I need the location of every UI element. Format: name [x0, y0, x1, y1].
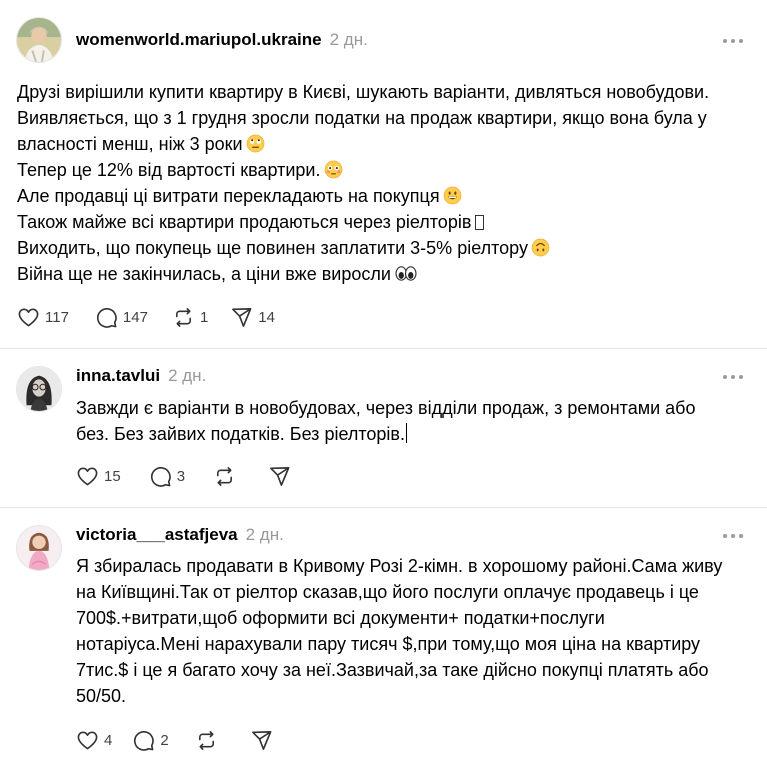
reply-button[interactable]: 2: [132, 729, 169, 752]
post-line: без. Без зайвих податків. Без ріелторів.: [76, 423, 407, 444]
repost-button[interactable]: [213, 465, 236, 488]
post-line: Війна ще не закінчилась, а ціни вже виро…: [17, 261, 755, 287]
reply-count: 2: [160, 731, 169, 749]
share-icon: [232, 307, 252, 327]
like-count: 117: [45, 308, 69, 326]
thread-reply: inna.tavlui 2 дн. Завжди є варіанти в но…: [0, 349, 767, 507]
share-icon: [270, 466, 290, 486]
more-options-icon[interactable]: [723, 531, 745, 541]
share-button[interactable]: [268, 465, 291, 488]
grinning-face-emoji: [443, 186, 462, 205]
share-button[interactable]: 14: [230, 306, 275, 329]
post-actions: 15 3: [76, 463, 311, 489]
username[interactable]: victoria___astafjeva: [76, 525, 238, 545]
post-body: Завжди є варіанти в новобудовах, через в…: [76, 395, 755, 447]
post-time: 2 дн.: [329, 30, 368, 49]
post-line: 700$.+витрати,щоб оформити всі документи…: [76, 608, 605, 628]
avatar[interactable]: [16, 17, 62, 63]
post-line: Але продавці ці витрати перекладають на …: [17, 183, 755, 209]
post-body: Друзі вирішили купити квартиру в Києві, …: [17, 79, 755, 287]
post-time: 2 дн.: [168, 366, 207, 385]
repost-count: 1: [199, 308, 209, 326]
share-icon: [251, 730, 272, 750]
like-count: 4: [104, 731, 113, 749]
username[interactable]: inna.tavlui: [76, 366, 160, 386]
heart-icon: [77, 731, 98, 749]
more-options-icon[interactable]: [723, 372, 745, 382]
share-button[interactable]: [250, 729, 273, 752]
upside-down-face-emoji: [531, 238, 550, 257]
username[interactable]: womenworld.mariupol.ukraine: [76, 30, 322, 50]
heart-icon: [18, 308, 39, 326]
like-button[interactable]: 117: [17, 306, 69, 329]
share-count: 14: [258, 308, 275, 326]
flushed-face-emoji: [324, 160, 343, 179]
like-count: 15: [104, 467, 121, 485]
avatar-photo: [17, 18, 61, 62]
thread-reply: victoria___astafjeva 2 дн. Я збиралась п…: [0, 508, 767, 768]
post-line: 7тис.$ і це я багато хочу за неї.Зазвича…: [76, 660, 709, 680]
eyes-emoji: [394, 264, 418, 283]
text-cursor: [406, 423, 407, 443]
post-line: власності менш, ніж 3 роки: [17, 131, 755, 157]
repost-button[interactable]: 1: [172, 306, 208, 329]
post-line: на Київщині.Так от ріелтор сказав,що йог…: [76, 582, 699, 602]
repost-icon: [217, 466, 233, 486]
post-line: 50/50.: [76, 686, 127, 706]
unsupported-glyph-box: [475, 215, 485, 230]
reply-count: 147: [122, 308, 148, 326]
repost-button[interactable]: [195, 729, 218, 752]
more-options-icon[interactable]: [723, 36, 745, 46]
comment-icon: [150, 466, 171, 487]
reply-button[interactable]: 147: [95, 306, 148, 329]
repost-icon: [198, 730, 214, 750]
avatar-photo: [17, 526, 61, 570]
reply-button[interactable]: 3: [149, 465, 185, 488]
face-with-rolling-eyes-emoji: [246, 134, 265, 153]
like-button[interactable]: 15: [76, 465, 121, 488]
post-header: womenworld.mariupol.ukraine 2 дн.: [76, 30, 368, 52]
post-actions: 117 147 1 14: [17, 304, 295, 330]
heart-icon: [77, 467, 98, 485]
comment-icon: [134, 730, 155, 751]
repost-icon: [175, 307, 191, 327]
post-body: Я збиралась продавати в Кривому Розі 2-к…: [76, 553, 755, 709]
post-line: Також майже всі квартири продаються чере…: [17, 209, 755, 235]
avatar[interactable]: [16, 525, 62, 571]
reply-count: 3: [176, 467, 186, 485]
post-line: Виходить, що покупець ще повинен заплати…: [17, 235, 755, 261]
avatar-photo: [17, 367, 61, 411]
post-line: Друзі вирішили купити квартиру в Києві, …: [17, 82, 710, 102]
post-line: Виявляється, що з 1 грудня зросли податк…: [17, 108, 707, 128]
post-line: Я збиралась продавати в Кривому Розі 2-к…: [76, 556, 723, 576]
post-line: Завжди є варіанти в новобудовах, через в…: [76, 398, 696, 418]
comment-icon: [96, 307, 117, 328]
post-actions: 4 2: [76, 727, 293, 753]
post-header: inna.tavlui 2 дн.: [76, 366, 206, 388]
thread-post-main: womenworld.mariupol.ukraine 2 дн. Друзі …: [0, 0, 767, 348]
post-line: Тепер це 12% від вартості квартири.: [17, 157, 755, 183]
post-header: victoria___astafjeva 2 дн.: [76, 525, 284, 547]
post-line: нотаріуса.Мені нарахували пару тисяч $,п…: [76, 634, 701, 654]
like-button[interactable]: 4: [76, 729, 112, 752]
post-time: 2 дн.: [245, 525, 284, 544]
avatar[interactable]: [16, 366, 62, 412]
